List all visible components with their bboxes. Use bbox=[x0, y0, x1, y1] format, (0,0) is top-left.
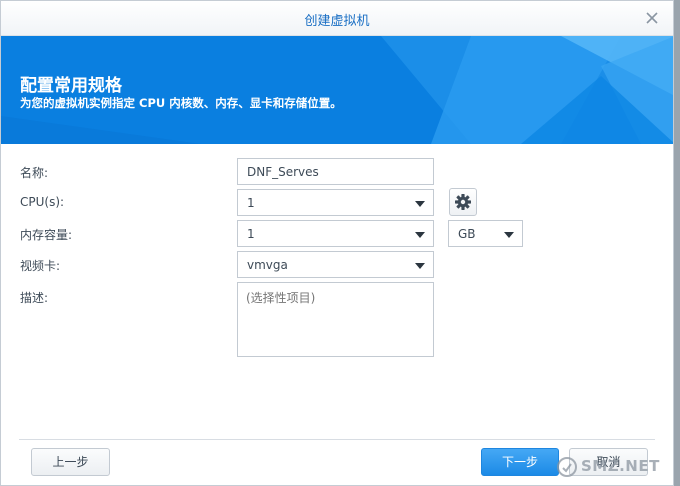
video-card-value: vmvga bbox=[247, 258, 288, 272]
chevron-down-icon bbox=[504, 232, 514, 238]
watermark-text: SMZ.NET bbox=[581, 457, 660, 475]
chevron-down-icon bbox=[415, 263, 425, 269]
memory-unit-value: GB bbox=[458, 227, 476, 241]
name-label: 名称: bbox=[20, 166, 49, 180]
next-button[interactable]: 下一步 bbox=[481, 448, 559, 476]
banner-subtitle: 为您的虚拟机实例指定 CPU 内核数、内存、显卡和存储位置。 bbox=[20, 96, 342, 110]
video-card-select[interactable]: vmvga bbox=[237, 251, 434, 278]
create-vm-dialog: 创建虚拟机 配置常用规格 为您的虚拟机实例指定 CPU 内核数、内存、显卡和存储… bbox=[0, 0, 674, 486]
memory-label: 内存容量: bbox=[20, 228, 73, 242]
video-card-label: 视频卡: bbox=[20, 259, 61, 273]
name-input[interactable] bbox=[247, 165, 427, 179]
banner-title: 配置常用规格 bbox=[20, 76, 122, 96]
cpu-select[interactable]: 1 bbox=[237, 189, 434, 216]
window-edge bbox=[674, 0, 680, 486]
chevron-down-icon bbox=[415, 201, 425, 207]
name-field[interactable] bbox=[237, 158, 434, 185]
chevron-down-icon bbox=[415, 232, 425, 238]
memory-value: 1 bbox=[247, 227, 255, 241]
previous-button[interactable]: 上一步 bbox=[31, 448, 110, 476]
description-field[interactable] bbox=[237, 282, 434, 357]
memory-select[interactable]: 1 bbox=[237, 220, 434, 247]
gear-icon bbox=[455, 194, 471, 210]
dialog-title: 创建虚拟机 bbox=[304, 14, 370, 29]
cpu-settings-button[interactable] bbox=[449, 188, 477, 216]
watermark-logo-icon bbox=[557, 457, 577, 477]
footer-divider bbox=[19, 439, 655, 440]
memory-unit-select[interactable]: GB bbox=[448, 220, 523, 247]
description-label: 描述: bbox=[20, 291, 49, 305]
dialog-titlebar: 创建虚拟机 bbox=[1, 1, 673, 36]
header-banner: 配置常用规格 为您的虚拟机实例指定 CPU 内核数、内存、显卡和存储位置。 bbox=[1, 36, 673, 144]
close-icon[interactable] bbox=[641, 7, 663, 29]
cpu-label: CPU(s): bbox=[20, 195, 65, 209]
description-textarea[interactable] bbox=[246, 289, 426, 351]
cpu-value: 1 bbox=[247, 196, 255, 210]
